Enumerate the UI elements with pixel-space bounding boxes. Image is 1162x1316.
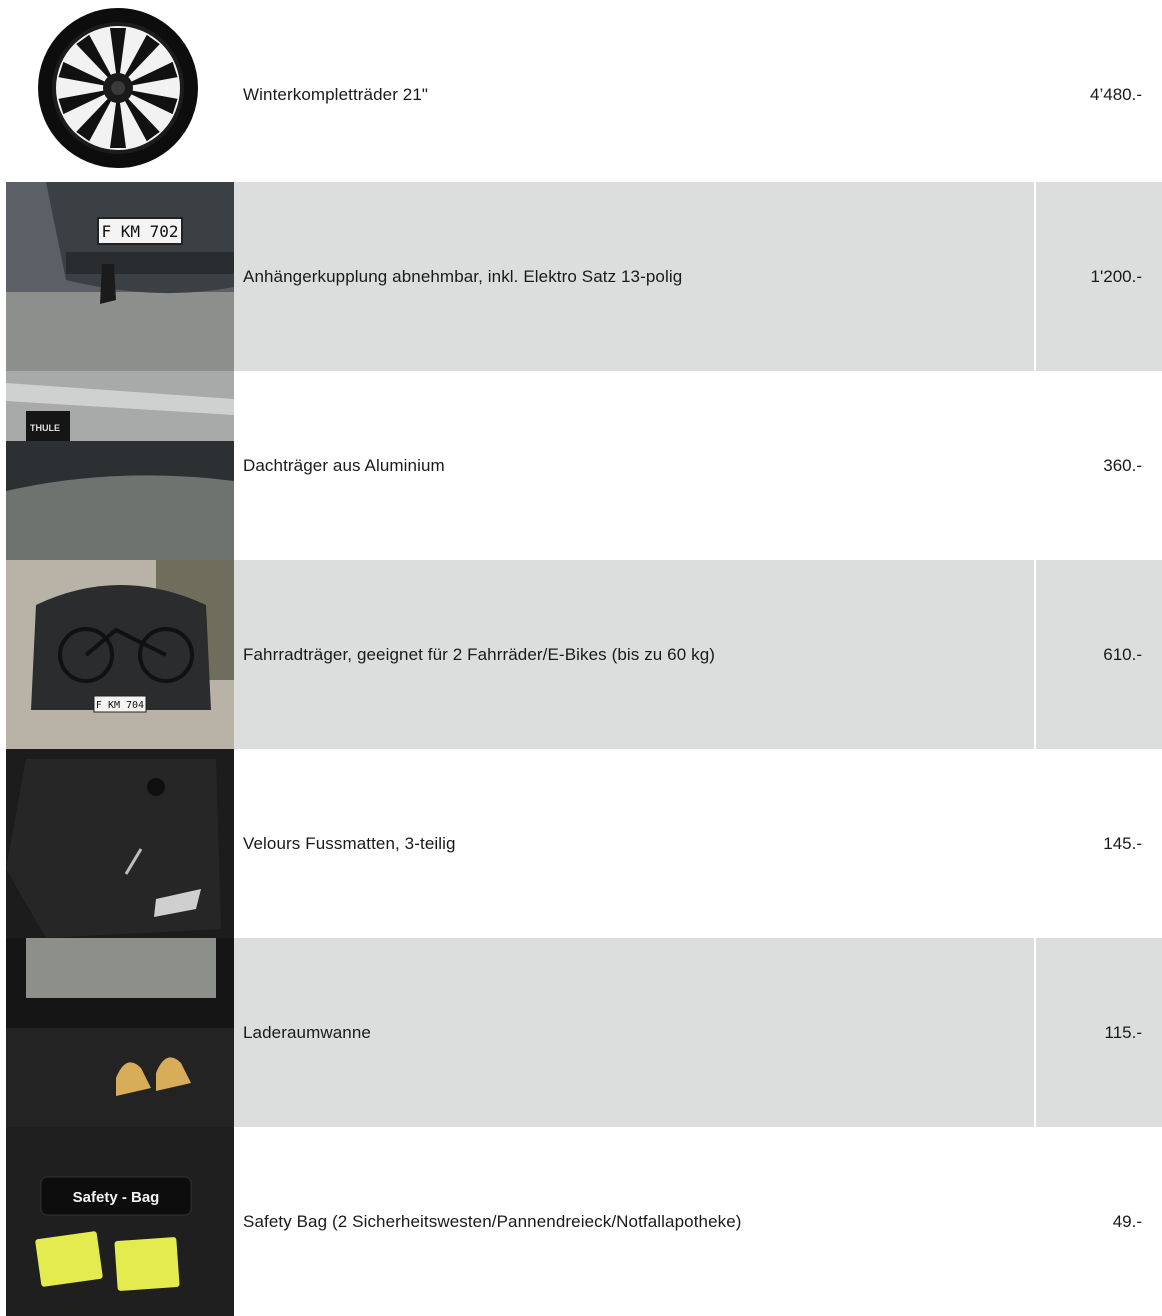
- accessory-price: 115.-: [1036, 938, 1162, 1127]
- svg-text:F KM 704: F KM 704: [96, 700, 144, 711]
- accessory-name: Dachträger aus Aluminium: [243, 455, 445, 475]
- tow-hitch-image: F KM 702: [6, 182, 234, 371]
- accessory-row: F KM 704 Fahrradträger, geeignet für 2 F…: [6, 560, 1162, 749]
- accessory-price: 145.-: [1103, 833, 1142, 853]
- accessory-price: 610.-: [1036, 560, 1162, 749]
- accessory-price: 1'200.-: [1036, 182, 1162, 371]
- bike-carrier-image: F KM 704: [6, 560, 234, 749]
- trunk-tray-image: [6, 938, 234, 1127]
- accessory-name: Winterkompletträder 21": [243, 84, 429, 104]
- accessory-row: Winterkompletträder 21" 4’480.-: [6, 0, 1162, 189]
- accessory-row: Safety - Bag Safety Bag (2 Sicherheitswe…: [6, 1127, 1162, 1316]
- accessory-name: Velours Fussmatten, 3-teilig: [243, 833, 456, 853]
- accessory-name: Anhängerkupplung abnehmbar, inkl. Elektr…: [234, 182, 1034, 371]
- accessory-name: Safety Bag (2 Sicherheitswesten/Pannendr…: [243, 1211, 742, 1231]
- accessory-name: Fahrradträger, geeignet für 2 Fahrräder/…: [234, 560, 1034, 749]
- accessory-row: THULE Dachträger aus Aluminium 360.-: [6, 371, 1162, 560]
- floor-mats-image: [6, 749, 234, 938]
- svg-text:THULE: THULE: [30, 423, 60, 433]
- accessory-price: 4’480.-: [1090, 84, 1142, 104]
- accessory-row: F KM 702 Anhängerkupplung abnehmbar, ink…: [6, 182, 1162, 371]
- accessory-price: 360.-: [1103, 455, 1142, 475]
- accessory-row: Velours Fussmatten, 3-teilig 145.-: [6, 749, 1162, 938]
- accessory-price: 49.-: [1112, 1211, 1142, 1231]
- svg-text:Safety - Bag: Safety - Bag: [73, 1189, 160, 1206]
- accessory-name: Laderaumwanne: [234, 938, 1034, 1127]
- roof-rack-image: THULE: [6, 371, 234, 560]
- wheel-image: [6, 0, 234, 189]
- svg-text:F KM 702: F KM 702: [101, 222, 178, 241]
- accessory-row: Laderaumwanne 115.-: [6, 938, 1162, 1127]
- safety-bag-image: Safety - Bag: [6, 1127, 234, 1316]
